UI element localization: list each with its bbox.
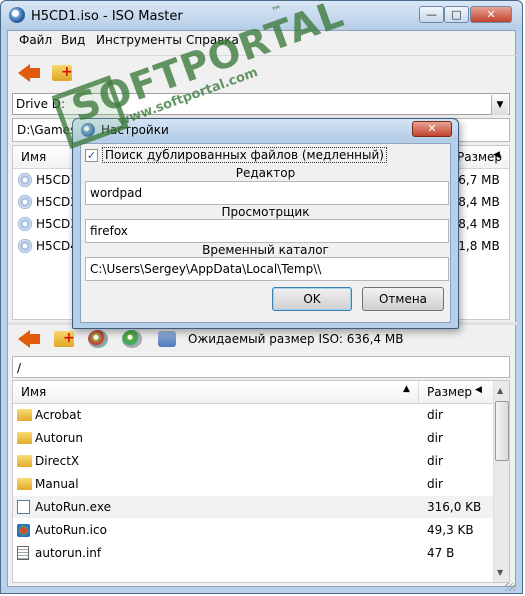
scroll-down-icon[interactable]: ▼: [497, 568, 503, 577]
iso-col-name[interactable]: Имя: [21, 385, 46, 399]
iso-file-list: Имя ▲ Размер ◀ Acrobat dir Autorun dir D…: [12, 380, 510, 583]
viewer-label: Просмотрщик: [221, 205, 310, 219]
add-to-iso-button[interactable]: [88, 330, 108, 348]
tempdir-value: C:\Users\Sergey\AppData\Local\Temp\\: [90, 262, 322, 276]
dialog-body: ✓ Поиск дублированных файлов (медленный)…: [80, 143, 451, 323]
row-name: AutoRun.exe: [35, 500, 111, 514]
row-name: AutoRun.ico: [35, 523, 107, 537]
exe-icon: [17, 500, 30, 514]
row-name: Manual: [35, 477, 79, 491]
scroll-up-icon[interactable]: ▲: [497, 386, 503, 395]
plus-icon: +: [63, 330, 75, 346]
scroll-thumb[interactable]: [495, 401, 509, 461]
row-size: dir: [427, 431, 443, 445]
iso-size-label: Ожидаемый размер ISO: 636,4 MB: [188, 332, 404, 346]
top-col-name[interactable]: Имя: [21, 150, 46, 164]
disc-image-icon: [158, 331, 176, 347]
editor-label: Редактор: [235, 166, 296, 180]
maximize-button[interactable]: □: [444, 6, 469, 23]
tempdir-label: Временный каталог: [202, 243, 329, 257]
iso-list-header: Имя ▲ Размер ◀: [13, 381, 493, 404]
row-size: 316,0 KB: [427, 500, 482, 514]
row-name: Acrobat: [35, 408, 82, 422]
list-item[interactable]: AutoRun.exe 316,0 KB: [13, 496, 493, 518]
row-size: 49,3 KB: [427, 523, 474, 537]
folder-icon: [17, 432, 32, 444]
row-size: 47 B: [427, 546, 455, 560]
ico-icon: [17, 524, 30, 537]
iso-new-folder-button[interactable]: +: [52, 328, 76, 350]
sort-arrow-icon: ◀: [493, 150, 500, 160]
row-name: DirectX: [35, 454, 80, 468]
list-item[interactable]: Autorun dir: [13, 427, 493, 449]
disc-icon: [18, 239, 32, 253]
row-size: dir: [427, 477, 443, 491]
folder-icon: [17, 455, 32, 467]
close-icon: ✕: [427, 122, 437, 135]
resize-grip[interactable]: [505, 583, 515, 591]
list-item[interactable]: AutoRun.ico 49,3 KB: [13, 519, 493, 541]
back-arrow-tail: [28, 334, 40, 344]
minimize-icon: —: [426, 8, 437, 21]
viewer-value: firefox: [90, 224, 128, 238]
editor-input[interactable]: wordpad: [85, 181, 449, 205]
iso-col-size[interactable]: Размер: [427, 385, 472, 399]
editor-value: wordpad: [90, 186, 143, 200]
iso-back-button[interactable]: [18, 328, 42, 350]
inf-icon: [17, 546, 29, 560]
list-item[interactable]: Acrobat dir: [13, 404, 493, 426]
app-icon: [9, 7, 25, 23]
row-name: Autorun: [35, 431, 84, 445]
maximize-icon: □: [451, 8, 462, 21]
vertical-scrollbar[interactable]: ▲ ▼: [493, 381, 509, 582]
close-icon: ✕: [486, 8, 496, 21]
dialog-close-button[interactable]: ✕: [412, 121, 452, 137]
extract-button[interactable]: [122, 330, 142, 348]
close-button[interactable]: ✕: [470, 6, 512, 23]
iso-path-value: /: [17, 361, 22, 375]
list-item[interactable]: DirectX dir: [13, 450, 493, 472]
folder-icon: [17, 478, 32, 490]
minimize-button[interactable]: —: [419, 6, 444, 23]
row-size: dir: [427, 454, 443, 468]
disc-icon: [18, 195, 32, 209]
list-item[interactable]: autorun.inf 47 B: [13, 542, 493, 564]
disc-icon: [18, 217, 32, 231]
ok-button[interactable]: OK: [272, 287, 352, 311]
iso-path-input[interactable]: /: [12, 356, 510, 378]
row-name: autorun.inf: [35, 546, 102, 560]
chevron-down-icon[interactable]: ▼: [491, 95, 508, 115]
header-divider: [418, 381, 419, 403]
sort-arrow-icon: ◀: [475, 385, 482, 395]
cancel-button[interactable]: Отмена: [362, 287, 444, 311]
sort-up-icon: ▲: [403, 384, 410, 394]
disc-icon: [18, 173, 32, 187]
tempdir-input[interactable]: C:\Users\Sergey\AppData\Local\Temp\\: [85, 257, 449, 281]
list-item[interactable]: Manual dir: [13, 473, 493, 495]
folder-icon: [17, 409, 32, 421]
viewer-input[interactable]: firefox: [85, 219, 449, 243]
row-size: dir: [427, 408, 443, 422]
duplicates-label[interactable]: Поиск дублированных файлов (медленный): [102, 147, 387, 163]
